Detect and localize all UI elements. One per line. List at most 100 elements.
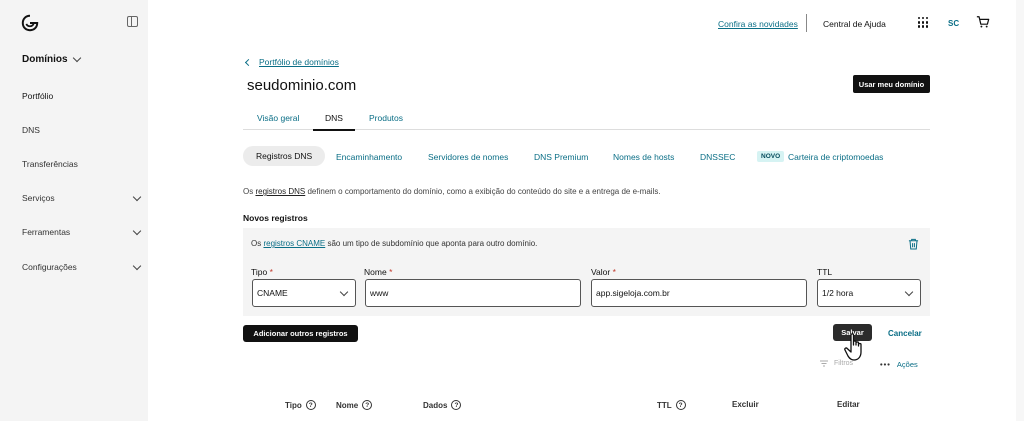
name-label-text: Nome — [364, 267, 387, 277]
subtab-dns-records[interactable]: Registros DNS — [243, 146, 326, 166]
actions-label: Ações — [896, 360, 918, 369]
trash-icon[interactable] — [908, 238, 919, 250]
info-suffix: são um tipo de subdomínio que aponta par… — [325, 239, 538, 248]
sidebar-item-dns[interactable]: DNS — [22, 125, 140, 135]
required-mark: * — [612, 267, 616, 277]
sidebar: Domínios Portfólio DNS Transferências Se… — [0, 0, 148, 421]
column-name: Nome ? — [336, 400, 373, 410]
section-title: Novos registros — [243, 213, 308, 223]
column-label: Dados — [423, 400, 448, 410]
dns-records-link[interactable]: registros DNS — [255, 187, 305, 196]
column-label: TTL — [657, 400, 672, 410]
type-label: Tipo * — [251, 267, 273, 277]
scroll-gutter — [1016, 0, 1024, 421]
column-data: Dados ? — [423, 400, 462, 410]
topbar-divider — [806, 14, 807, 32]
help-center-link[interactable]: Central de Ajuda — [823, 19, 886, 29]
subtab-forwarding[interactable]: Encaminhamento — [336, 152, 402, 162]
new-badge: NOVO — [757, 151, 785, 162]
subtab-hostnames[interactable]: Nomes de hosts — [613, 152, 674, 162]
value-label: Valor * — [591, 267, 616, 277]
filter-label: Filtros — [834, 360, 854, 367]
add-more-records-button[interactable]: Adicionar outros registros — [243, 325, 358, 342]
cart-icon[interactable] — [976, 15, 990, 29]
back-to-portfolio-link[interactable]: Portfólio de domínios — [244, 57, 339, 67]
name-label: Nome * — [364, 267, 392, 277]
sidebar-header-domains[interactable]: Domínios — [22, 53, 81, 65]
chevron-down-icon — [132, 261, 142, 270]
tab-dns[interactable]: DNS — [313, 113, 355, 131]
ttl-value: 1/2 hora — [822, 288, 854, 298]
help-icon[interactable]: ? — [305, 400, 316, 410]
sidebar-item-label: Ferramentas — [22, 227, 71, 237]
chevron-down-icon — [339, 287, 349, 296]
godaddy-logo-icon[interactable] — [21, 14, 39, 32]
column-label: Tipo — [285, 400, 302, 410]
column-edit: Editar — [837, 400, 860, 409]
dns-description: Os registros DNS definem o comportamento… — [243, 187, 661, 196]
column-label: Excluir — [732, 400, 759, 409]
chevron-down-icon — [904, 287, 914, 296]
avatar[interactable]: SC — [948, 19, 959, 28]
sidebar-item-label: DNS — [22, 125, 40, 135]
value-value: app.sigeloja.com.br — [596, 288, 670, 298]
name-input[interactable]: www — [365, 279, 581, 307]
more-icon: ••• — [880, 360, 891, 369]
chevron-down-icon — [72, 53, 81, 63]
cname-info: Os registros CNAME são um tipo de subdom… — [251, 239, 537, 248]
column-ttl: TTL ? — [657, 400, 686, 410]
sidebar-item-label: Serviços — [22, 193, 55, 203]
column-type: Tipo ? — [285, 400, 316, 410]
type-select[interactable]: CNAME — [252, 279, 356, 307]
sidebar-item-tools[interactable]: Ferramentas — [22, 226, 142, 237]
back-link-label: Portfólio de domínios — [259, 57, 339, 67]
name-value: www — [370, 288, 389, 298]
tab-products[interactable]: Produtos — [369, 113, 403, 123]
info-prefix: Os — [251, 239, 264, 248]
help-icon[interactable]: ? — [362, 400, 373, 410]
sidebar-item-label: Configurações — [22, 262, 77, 272]
type-value: CNAME — [257, 288, 288, 298]
help-icon[interactable]: ? — [451, 400, 462, 410]
type-label-text: Tipo — [251, 267, 268, 277]
filter-button[interactable]: Filtros — [820, 360, 853, 367]
cancel-button[interactable]: Cancelar — [888, 329, 922, 338]
ttl-label: TTL — [817, 267, 832, 277]
chevron-down-icon — [132, 192, 142, 201]
sidebar-header-label: Domínios — [22, 54, 68, 65]
subtab-dnssec[interactable]: DNSSEC — [700, 152, 735, 162]
column-label: Editar — [837, 400, 860, 409]
value-input[interactable]: app.sigeloja.com.br — [591, 279, 807, 307]
filter-icon — [820, 360, 828, 367]
sidebar-item-services[interactable]: Serviços — [22, 192, 142, 203]
column-label: Nome — [336, 400, 359, 410]
column-delete: Excluir — [732, 400, 759, 409]
page-title: seudominio.com — [247, 77, 357, 94]
hand-cursor-icon — [844, 333, 862, 361]
tab-overview[interactable]: Visão geral — [257, 113, 299, 123]
sidebar-item-settings[interactable]: Configurações — [22, 261, 142, 272]
help-icon[interactable]: ? — [675, 400, 686, 410]
ttl-label-text: TTL — [817, 267, 833, 277]
apps-grid-icon[interactable] — [918, 17, 929, 28]
subtab-nameservers[interactable]: Servidores de nomes — [428, 152, 508, 162]
use-my-domain-button[interactable]: Usar meu domínio — [853, 75, 930, 93]
desc-prefix: Os — [243, 187, 256, 196]
chevron-left-icon — [244, 58, 253, 66]
cname-records-link[interactable]: registros CNAME — [263, 239, 325, 248]
actions-menu[interactable]: ••• Ações — [880, 360, 918, 369]
whats-new-link[interactable]: Confira as novidades — [718, 19, 798, 29]
domain-tabs: Visão geral DNS Produtos — [243, 108, 930, 131]
subtab-premium-dns[interactable]: DNS Premium — [534, 152, 588, 162]
sidebar-item-label: Portfólio — [22, 91, 54, 101]
value-label-text: Valor — [591, 267, 611, 277]
desc-suffix: definem o comportamento do domínio, como… — [305, 187, 661, 196]
sidebar-item-transfers[interactable]: Transferências — [22, 159, 140, 169]
required-mark: * — [389, 267, 393, 277]
sidebar-item-portfolio[interactable]: Portfólio — [22, 91, 140, 101]
ttl-select[interactable]: 1/2 hora — [817, 279, 921, 307]
sidebar-collapse-icon[interactable] — [127, 16, 138, 27]
required-mark: * — [269, 267, 273, 277]
subtab-crypto-wallet[interactable]: Carteira de criptomoedas — [788, 152, 883, 162]
chevron-down-icon — [132, 226, 142, 235]
